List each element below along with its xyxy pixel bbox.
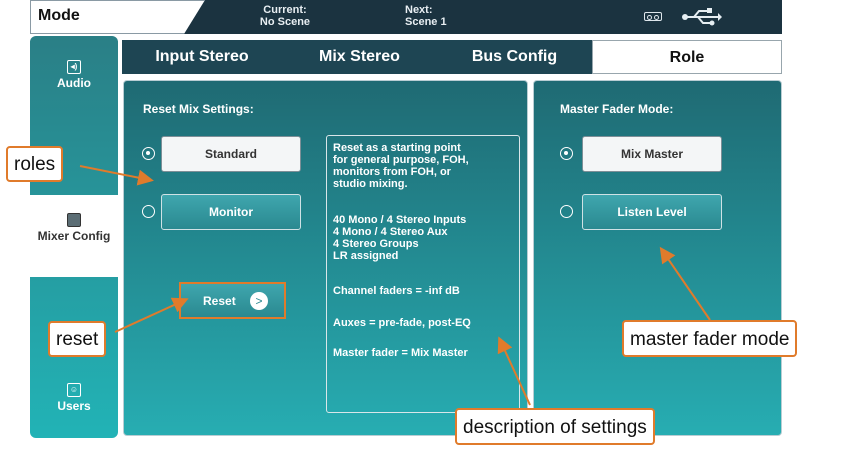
nav-item-mixer-config[interactable]: Mixer Config bbox=[30, 213, 118, 243]
tab-input-stereo[interactable]: Input Stereo bbox=[122, 40, 282, 74]
listen-level-radio[interactable] bbox=[560, 205, 573, 218]
nav-item-label: Mixer Config bbox=[37, 229, 111, 243]
reset-button[interactable]: Reset bbox=[179, 282, 286, 319]
nav-item-label: Audio bbox=[57, 76, 91, 90]
tab-bus-config[interactable]: Bus Config bbox=[437, 40, 592, 74]
next-scene-value: Scene 1 bbox=[405, 16, 447, 28]
master-fader-panel bbox=[533, 80, 782, 436]
tab-mix-stereo[interactable]: Mix Stereo bbox=[282, 40, 437, 74]
monitor-button[interactable]: Monitor bbox=[161, 194, 301, 230]
mixer-icon bbox=[67, 213, 81, 227]
tape-icon bbox=[644, 12, 662, 21]
current-scene-label: Current: bbox=[263, 4, 307, 16]
reset-label: Reset bbox=[203, 294, 236, 308]
mode-label: Mode bbox=[38, 7, 80, 24]
master-fader-title: Master Fader Mode: bbox=[560, 102, 674, 116]
description-line: 4 Stereo Groups bbox=[333, 238, 419, 250]
description-line: 4 Mono / 4 Stereo Aux bbox=[333, 226, 448, 238]
current-scene-value: No Scene bbox=[259, 16, 311, 28]
master-fader-mode-callout: master fader mode bbox=[622, 320, 798, 357]
reset-callout: reset bbox=[48, 321, 107, 357]
listen-level-button[interactable]: Listen Level bbox=[582, 194, 722, 230]
mix-master-radio[interactable] bbox=[560, 147, 573, 160]
description-line: for general purpose, FOH, bbox=[333, 154, 469, 166]
roles-callout: roles bbox=[6, 146, 64, 182]
next-scene-label: Next: bbox=[405, 4, 433, 16]
description-line: Reset as a starting point bbox=[333, 142, 461, 154]
description-line: studio mixing. bbox=[333, 178, 408, 190]
mix-master-button[interactable]: Mix Master bbox=[582, 136, 722, 172]
description-line: Master fader = Mix Master bbox=[333, 347, 468, 359]
description-line: Channel faders = -inf dB bbox=[333, 285, 460, 297]
description-line: monitors from FOH, or bbox=[333, 166, 451, 178]
usb-icon bbox=[682, 8, 722, 26]
monitor-radio[interactable] bbox=[142, 205, 155, 218]
standard-button[interactable]: Standard bbox=[161, 136, 301, 172]
standard-radio[interactable] bbox=[142, 147, 155, 160]
reset-mix-title: Reset Mix Settings: bbox=[143, 102, 254, 116]
arrow-right-icon: > bbox=[250, 292, 268, 310]
description-of-settings-callout: description of settings bbox=[455, 408, 655, 445]
speaker-icon: ◂) bbox=[67, 60, 81, 74]
nav-item-users[interactable]: ☺ Users bbox=[30, 383, 118, 413]
nav-item-audio[interactable]: ◂) Audio bbox=[30, 60, 118, 90]
description-line: 40 Mono / 4 Stereo Inputs bbox=[333, 214, 467, 226]
tab-role[interactable]: Role bbox=[592, 40, 782, 74]
users-icon: ☺ bbox=[67, 383, 81, 397]
description-line: Auxes = pre-fade, post-EQ bbox=[333, 317, 471, 329]
description-line: LR assigned bbox=[333, 250, 399, 262]
nav-item-label: Users bbox=[57, 399, 91, 413]
